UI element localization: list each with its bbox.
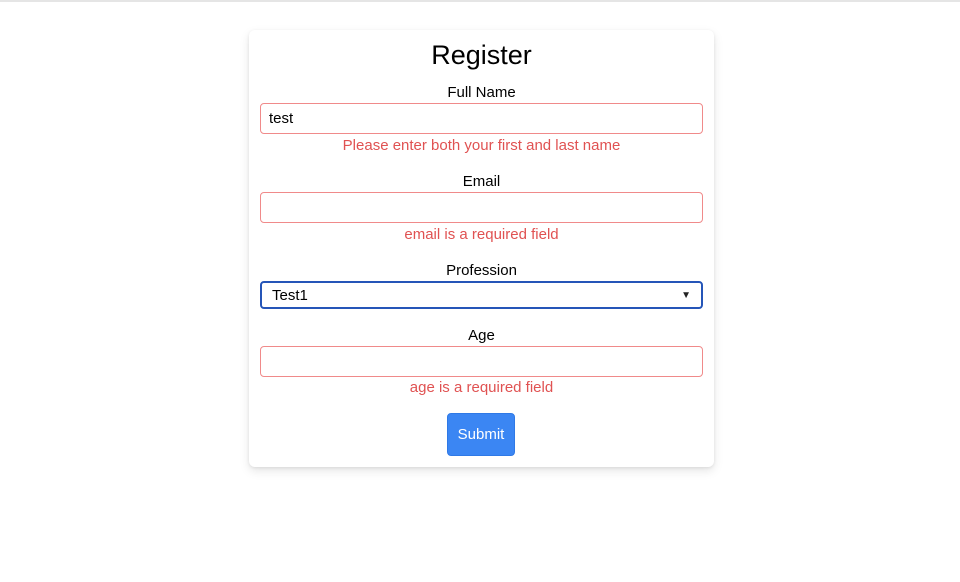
form-title: Register <box>431 40 532 70</box>
age-label: Age <box>468 327 495 344</box>
email-error: email is a required field <box>404 226 559 243</box>
top-border <box>0 0 960 2</box>
submit-button[interactable]: Submit <box>447 413 515 456</box>
profession-select[interactable]: Test1 ▼ <box>260 281 703 309</box>
age-error: age is a required field <box>409 379 554 396</box>
profession-selected-value: Test1 <box>272 286 308 304</box>
email-input[interactable] <box>260 192 703 223</box>
age-input[interactable] <box>260 346 703 377</box>
profession-label: Profession <box>446 262 517 279</box>
email-label: Email <box>462 173 501 190</box>
full-name-input[interactable] <box>260 103 703 134</box>
chevron-down-icon: ▼ <box>681 289 691 301</box>
full-name-error: Please enter both your first and last na… <box>342 137 621 154</box>
register-form: Register Full Name Please enter both you… <box>249 30 714 467</box>
full-name-label: Full Name <box>447 84 516 101</box>
